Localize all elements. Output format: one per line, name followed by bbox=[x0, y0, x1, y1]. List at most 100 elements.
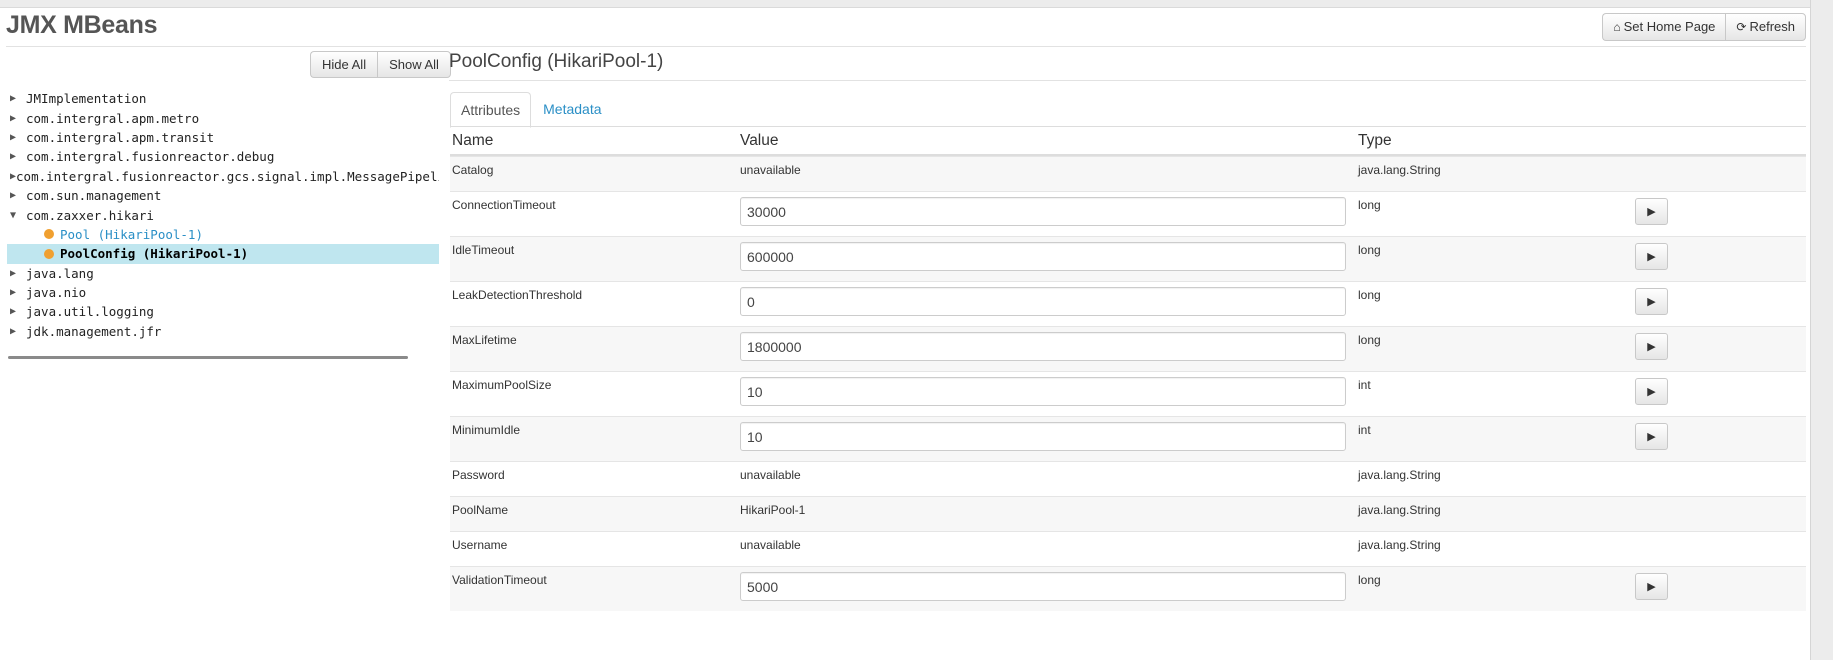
mbean-tree: ▶ JMImplementation ▶ com.intergral.apm.metr… bbox=[7, 89, 439, 341]
attribute-value-cell bbox=[740, 197, 1358, 226]
attribute-value: HikariPool-1 bbox=[740, 503, 806, 517]
attribute-value-input[interactable] bbox=[740, 197, 1346, 226]
attribute-value-input[interactable] bbox=[740, 422, 1346, 451]
set-home-page-button[interactable]: ⌂ Set Home Page bbox=[1602, 13, 1726, 41]
play-icon: ▶ bbox=[1647, 206, 1656, 218]
tree-folder-item[interactable]: ▶ jdk.management.jfr bbox=[7, 322, 439, 341]
refresh-button[interactable]: ⟳ Refresh bbox=[1725, 13, 1806, 41]
attribute-name: IdleTimeout bbox=[452, 243, 515, 257]
caret-down-icon[interactable]: ▼ bbox=[7, 210, 26, 221]
attribute-value-input[interactable] bbox=[740, 572, 1346, 601]
set-attribute-button[interactable]: ▶ bbox=[1635, 573, 1668, 600]
mbean-dot-icon bbox=[44, 248, 54, 259]
attribute-value: unavailable bbox=[740, 163, 801, 177]
attribute-actions: ▶ bbox=[1635, 573, 1806, 600]
tree-folder-item[interactable]: ▼ com.zaxxer.hikari bbox=[7, 205, 439, 224]
tree-button-group: Hide All Show All bbox=[310, 51, 451, 78]
attribute-name: ValidationTimeout bbox=[452, 573, 547, 587]
tree-item-label: PoolConfig (HikariPool-1) bbox=[60, 246, 249, 262]
attribute-value: unavailable bbox=[740, 538, 801, 552]
set-attribute-button[interactable]: ▶ bbox=[1635, 333, 1668, 360]
attribute-value-cell bbox=[740, 332, 1358, 361]
column-header-value: Value bbox=[740, 131, 779, 149]
set-home-page-label: Set Home Page bbox=[1623, 19, 1716, 34]
window-scrollbar[interactable] bbox=[1810, 0, 1833, 660]
tree-folder-item[interactable]: ▶ java.nio bbox=[7, 283, 439, 302]
tree-folder-item[interactable]: ▶ com.intergral.fusionreactor.debug bbox=[7, 147, 439, 166]
refresh-label: Refresh bbox=[1749, 19, 1795, 34]
tree-folder-item[interactable]: ▶ com.intergral.apm.metro bbox=[7, 108, 439, 127]
attribute-name: Catalog bbox=[452, 163, 494, 177]
tree-folder-item[interactable]: ▶ JMImplementation bbox=[7, 89, 439, 108]
tree-item-label: com.intergral.apm.metro bbox=[26, 110, 200, 126]
table-row: Password unavailable java.lang.String bbox=[450, 461, 1806, 496]
set-attribute-button[interactable]: ▶ bbox=[1635, 378, 1668, 405]
attribute-type: long bbox=[1358, 333, 1381, 347]
title-divider bbox=[449, 80, 1806, 81]
attribute-value-input[interactable] bbox=[740, 287, 1346, 316]
attribute-type: long bbox=[1358, 573, 1381, 587]
caret-right-icon[interactable]: ▶ bbox=[7, 190, 26, 201]
attribute-value-input[interactable] bbox=[740, 242, 1346, 271]
set-attribute-button[interactable]: ▶ bbox=[1635, 243, 1668, 270]
attribute-name: Username bbox=[452, 538, 508, 552]
refresh-icon: ⟳ bbox=[1736, 20, 1747, 34]
attribute-type: java.lang.String bbox=[1358, 503, 1441, 517]
caret-right-icon[interactable]: ▶ bbox=[7, 306, 26, 317]
play-icon: ▶ bbox=[1647, 581, 1656, 593]
play-icon: ▶ bbox=[1647, 386, 1656, 398]
caret-right-icon[interactable]: ▶ bbox=[7, 93, 26, 104]
caret-right-icon[interactable]: ▶ bbox=[7, 287, 26, 298]
set-attribute-button[interactable]: ▶ bbox=[1635, 198, 1668, 225]
tree-folder-item[interactable]: ▶ com.intergral.apm.transit bbox=[7, 128, 439, 147]
show-all-button[interactable]: Show All bbox=[377, 51, 451, 78]
page-title: PoolConfig (HikariPool-1) bbox=[449, 51, 664, 72]
home-icon: ⌂ bbox=[1613, 20, 1621, 34]
hide-all-button[interactable]: Hide All bbox=[310, 51, 378, 78]
app-title: JMX MBeans bbox=[6, 11, 158, 39]
column-header-type: Type bbox=[1358, 131, 1392, 149]
tab-bar: Attributes Metadata bbox=[450, 92, 612, 128]
tree-leaf-item[interactable]: Pool (HikariPool-1) bbox=[7, 225, 439, 244]
tree-item-label: java.lang bbox=[26, 265, 94, 281]
attribute-type: java.lang.String bbox=[1358, 163, 1441, 177]
set-attribute-button[interactable]: ▶ bbox=[1635, 423, 1668, 450]
tree-folder-item[interactable]: ▶ com.sun.management bbox=[7, 186, 439, 205]
tree-item-label: com.zaxxer.hikari bbox=[26, 207, 154, 223]
tree-item-label: java.util.logging bbox=[26, 304, 154, 320]
tree-item-label: jdk.management.jfr bbox=[26, 323, 162, 339]
tab-attributes[interactable]: Attributes bbox=[450, 92, 532, 128]
caret-right-icon[interactable]: ▶ bbox=[7, 268, 26, 279]
table-row: ValidationTimeout long ▶ bbox=[450, 566, 1806, 611]
caret-right-icon[interactable]: ▶ bbox=[7, 151, 26, 162]
caret-right-icon[interactable]: ▶ bbox=[7, 326, 26, 337]
tree-horizontal-scrollbar[interactable] bbox=[8, 356, 408, 359]
table-row: Catalog unavailable java.lang.String bbox=[450, 156, 1806, 191]
attribute-type: long bbox=[1358, 288, 1381, 302]
top-frame-bar bbox=[0, 0, 1833, 8]
attribute-actions: ▶ bbox=[1635, 378, 1806, 405]
attribute-type: java.lang.String bbox=[1358, 468, 1441, 482]
attribute-name: ConnectionTimeout bbox=[452, 198, 556, 212]
table-body: Catalog unavailable java.lang.String Connec… bbox=[450, 156, 1806, 611]
caret-right-icon[interactable]: ▶ bbox=[7, 171, 16, 182]
tree-folder-item[interactable]: ▶ java.util.logging bbox=[7, 302, 439, 321]
attribute-type: java.lang.String bbox=[1358, 538, 1441, 552]
attribute-actions: ▶ bbox=[1635, 423, 1806, 450]
attribute-value-input[interactable] bbox=[740, 377, 1346, 406]
table-row: PoolName HikariPool-1 java.lang.String bbox=[450, 496, 1806, 531]
header-button-group: ⌂ Set Home Page ⟳ Refresh bbox=[1602, 13, 1806, 41]
caret-right-icon[interactable]: ▶ bbox=[7, 113, 26, 124]
header-divider bbox=[6, 46, 1806, 47]
tab-metadata[interactable]: Metadata bbox=[533, 92, 611, 128]
caret-right-icon[interactable]: ▶ bbox=[7, 132, 26, 143]
set-attribute-button[interactable]: ▶ bbox=[1635, 288, 1668, 315]
tree-item-label: java.nio bbox=[26, 285, 87, 301]
tree-leaf-item[interactable]: PoolConfig (HikariPool-1) bbox=[7, 244, 439, 264]
attribute-type: int bbox=[1358, 423, 1371, 437]
column-header-name: Name bbox=[452, 131, 494, 149]
attribute-value-input[interactable] bbox=[740, 332, 1346, 361]
tree-folder-item[interactable]: ▶ com.intergral.fusionreactor.gcs.signal.… bbox=[7, 167, 439, 186]
attribute-value-cell bbox=[740, 242, 1358, 271]
tree-folder-item[interactable]: ▶ java.lang bbox=[7, 264, 439, 283]
